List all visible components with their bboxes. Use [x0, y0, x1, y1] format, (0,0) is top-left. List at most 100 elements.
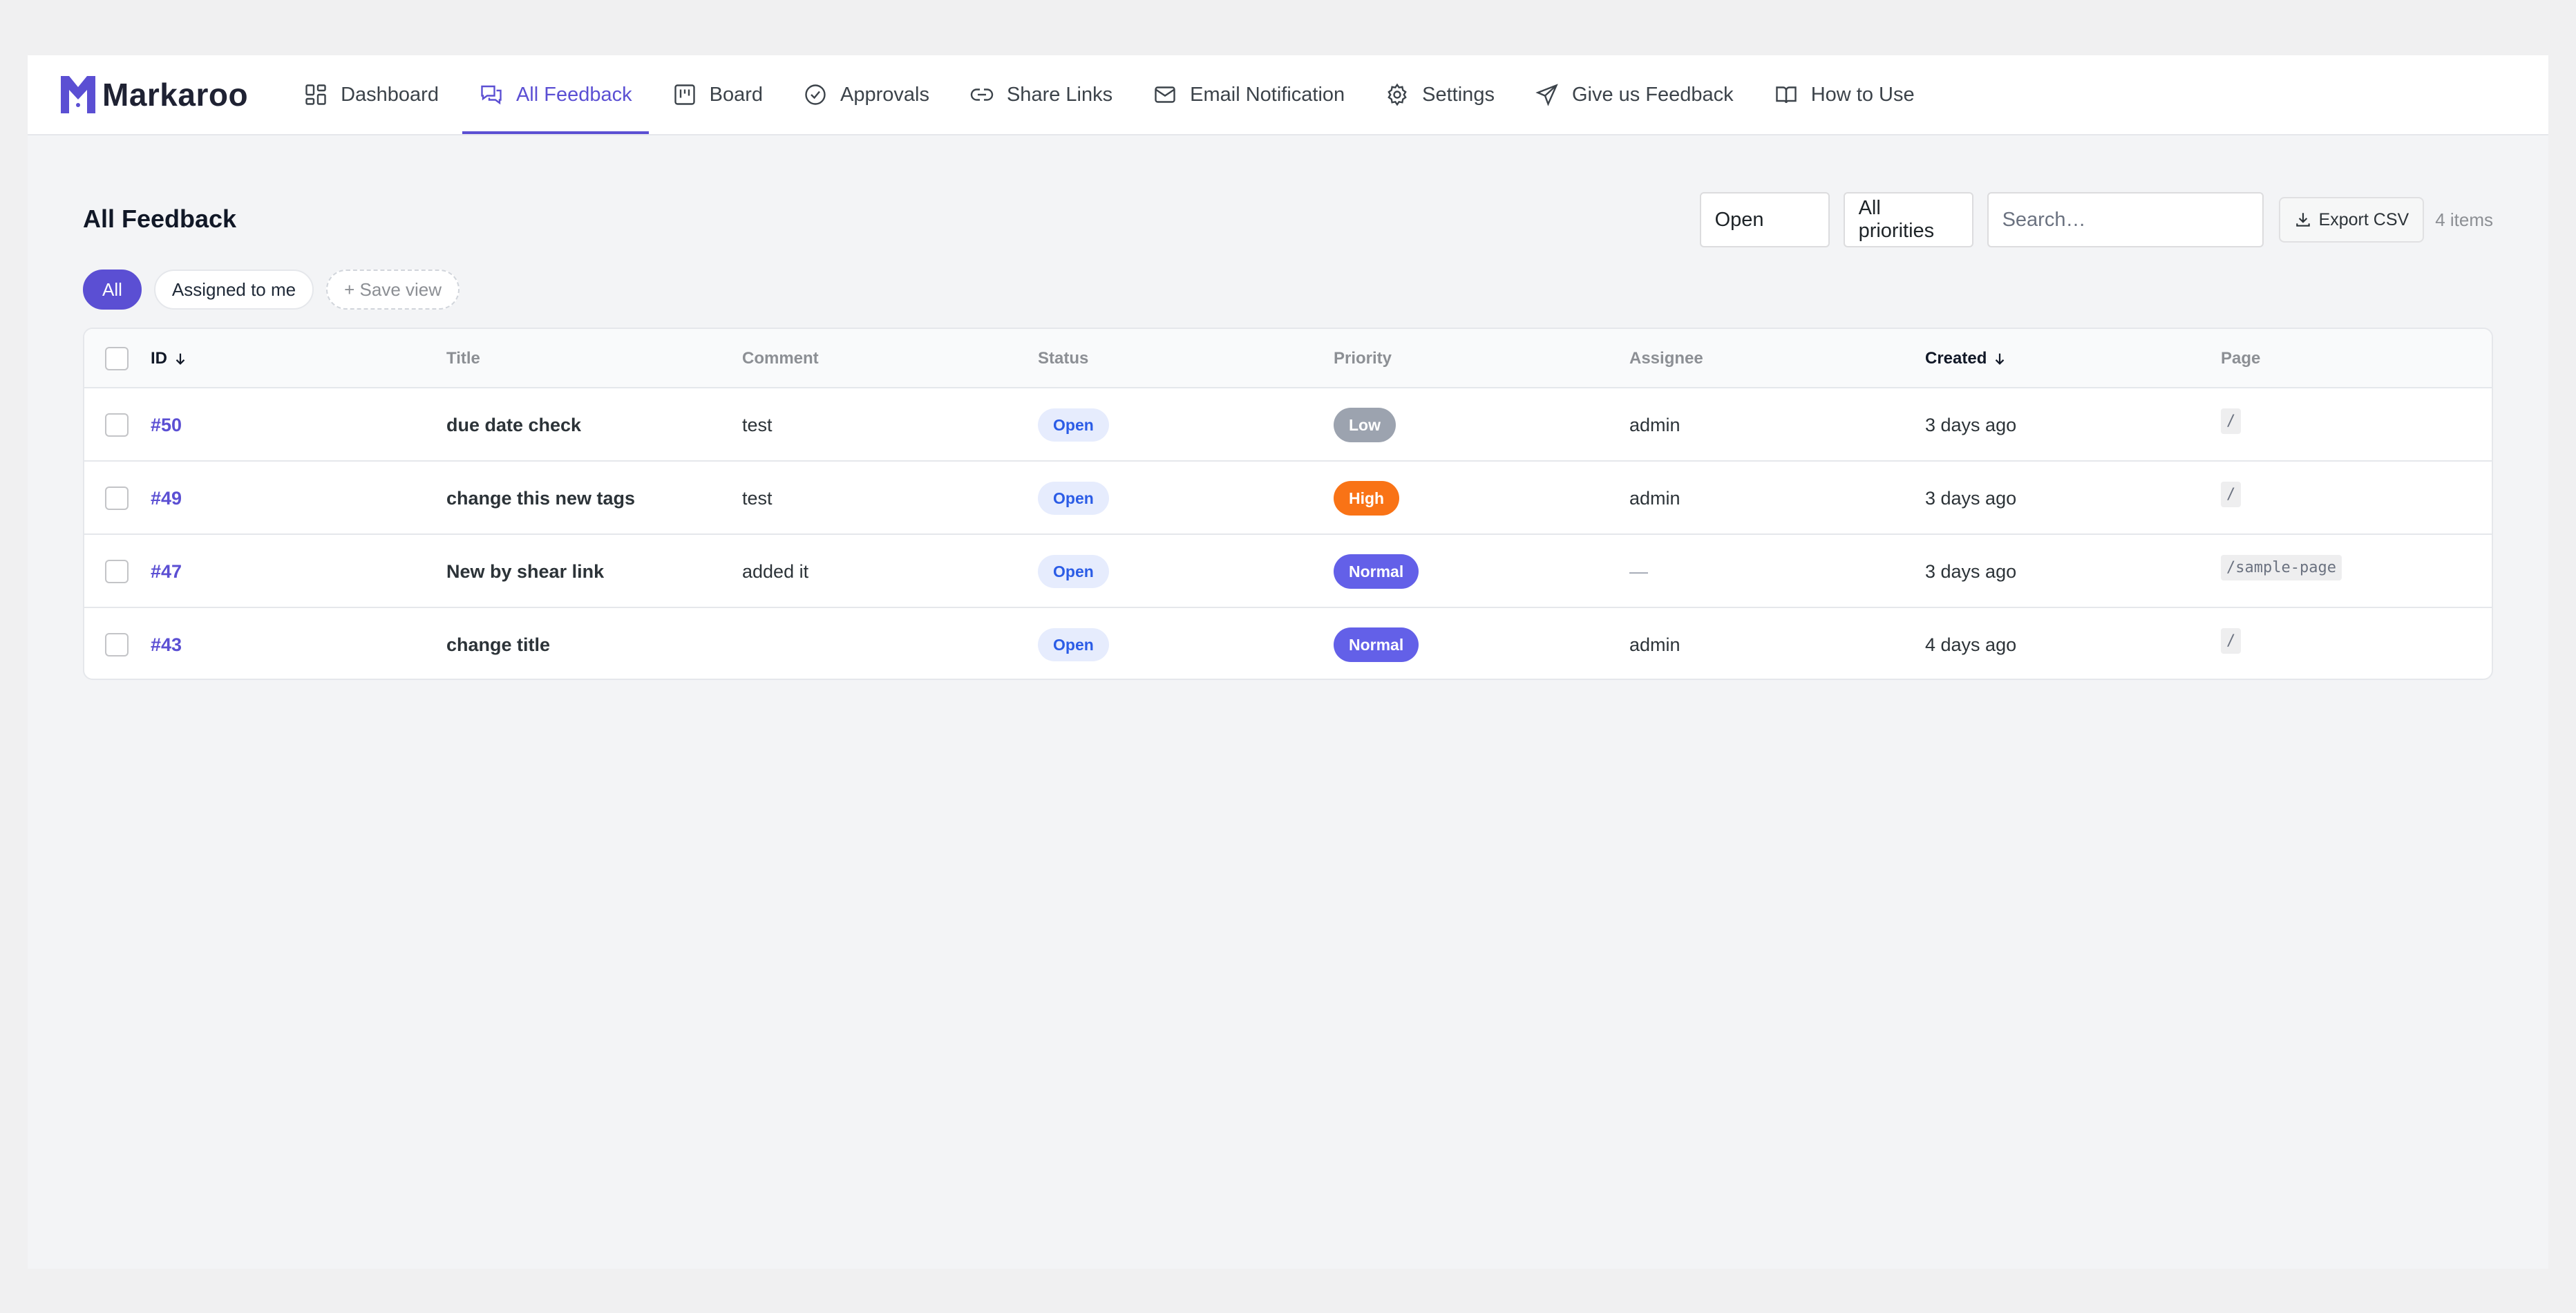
status-badge: Open — [1038, 408, 1109, 442]
save-view-button[interactable]: + Save view — [326, 270, 460, 310]
column-assignee[interactable]: Assignee — [1629, 329, 1703, 388]
nav-all-feedback[interactable]: All Feedback — [462, 55, 649, 134]
row-checkbox[interactable] — [105, 413, 129, 437]
logo[interactable]: Markaroo — [59, 55, 248, 134]
column-id-label: ID — [151, 349, 167, 368]
feedback-title[interactable]: due date check — [446, 388, 581, 462]
column-page[interactable]: Page — [2221, 329, 2260, 388]
paper-plane-icon — [1535, 84, 1558, 106]
row-checkbox[interactable] — [105, 487, 129, 510]
column-created[interactable]: Created — [1925, 329, 2007, 388]
gear-icon — [1388, 83, 1407, 106]
column-comment[interactable]: Comment — [742, 329, 819, 388]
nav-approvals[interactable]: Approvals — [786, 55, 946, 134]
view-all-pill[interactable]: All — [83, 270, 142, 310]
priority-badge: Normal — [1334, 554, 1419, 589]
status-badge: Open — [1038, 482, 1109, 515]
feedback-table: ID Title Comment Status Priority Assigne… — [83, 328, 2493, 680]
nav-label: Dashboard — [341, 83, 439, 106]
page-cell: / — [2221, 608, 2242, 679]
status-cell: Open — [1038, 462, 1109, 535]
page-cell: / — [2221, 388, 2242, 462]
priority-cell: High — [1334, 462, 1400, 535]
select-all-checkbox[interactable] — [105, 347, 129, 370]
page-title: All Feedback — [83, 205, 237, 233]
created-date: 4 days ago — [1925, 634, 2017, 655]
feedback-id-link[interactable]: #49 — [151, 462, 182, 535]
nav-label: Settings — [1422, 83, 1495, 106]
table-row[interactable]: #47 New by shear link added it Open Norm… — [84, 535, 2492, 608]
assignee: — — [1629, 560, 1648, 582]
item-count: 4 items — [2435, 209, 2493, 230]
assignee: admin — [1629, 414, 1680, 435]
row-select-cell — [105, 608, 129, 679]
nav-settings[interactable]: Settings — [1368, 55, 1511, 134]
assignee: admin — [1629, 634, 1680, 655]
sort-desc-icon — [176, 353, 185, 365]
priority-badge: High — [1334, 481, 1400, 516]
priority-badge: Low — [1334, 408, 1396, 442]
column-status[interactable]: Status — [1038, 329, 1088, 388]
nav-email-notification[interactable]: Email Notification — [1136, 55, 1361, 134]
nav-give-feedback[interactable]: Give us Feedback — [1518, 55, 1750, 134]
feedback-id-link[interactable]: #47 — [151, 535, 182, 608]
table-row[interactable]: #49 change this new tags test Open High … — [84, 462, 2492, 535]
feedback-title[interactable]: change title — [446, 608, 550, 679]
nav-dashboard[interactable]: Dashboard — [287, 55, 455, 134]
assignee: admin — [1629, 487, 1680, 509]
select-all-cell — [105, 329, 129, 388]
row-checkbox[interactable] — [105, 633, 129, 656]
nav-label: Email Notification — [1190, 83, 1345, 106]
column-created-label: Created — [1925, 349, 1987, 368]
table-row[interactable]: #50 due date check test Open Low admin 3… — [84, 388, 2492, 462]
priority-cell: Low — [1334, 388, 1396, 462]
link-icon — [970, 88, 994, 101]
feedback-comment: test — [742, 414, 773, 435]
nav-how-to-use[interactable]: How to Use — [1757, 55, 1931, 134]
created-date: 3 days ago — [1925, 560, 2017, 582]
board-columns-icon — [674, 84, 695, 105]
feedback-title[interactable]: change this new tags — [446, 462, 635, 535]
open-book-icon — [1775, 86, 1797, 104]
feedback-comment: added it — [742, 560, 809, 582]
dashboard-grid-icon — [305, 84, 326, 105]
page-path[interactable]: /sample-page — [2221, 554, 2342, 580]
priority-cell: Normal — [1334, 535, 1419, 608]
table-row[interactable]: #43 change title Open Normal admin 4 day… — [84, 608, 2492, 679]
download-icon — [2295, 213, 2310, 227]
row-select-cell — [105, 535, 129, 608]
priority-filter-select[interactable]: All priorities — [1843, 192, 1973, 247]
row-checkbox[interactable] — [105, 560, 129, 583]
nav-share-links[interactable]: Share Links — [953, 55, 1129, 134]
created-date: 3 days ago — [1925, 414, 2017, 435]
feedback-id-link[interactable]: #50 — [151, 388, 182, 462]
app-frame: Markaroo Dashboard All Feedback Board Ap… — [28, 55, 2548, 1269]
status-cell: Open — [1038, 608, 1109, 679]
column-id[interactable]: ID — [151, 329, 188, 388]
row-select-cell — [105, 462, 129, 535]
nav-label: Share Links — [1006, 83, 1113, 106]
envelope-icon — [1155, 86, 1175, 103]
column-title[interactable]: Title — [446, 329, 480, 388]
status-cell: Open — [1038, 388, 1109, 462]
page-path[interactable]: / — [2221, 481, 2242, 507]
status-filter-select[interactable]: Open — [1699, 192, 1830, 247]
status-badge: Open — [1038, 628, 1109, 661]
export-csv-button[interactable]: Export CSV — [2278, 197, 2425, 243]
feedback-title[interactable]: New by shear link — [446, 535, 604, 608]
view-assigned-pill[interactable]: Assigned to me — [153, 270, 314, 310]
table-header: ID Title Comment Status Priority Assigne… — [84, 329, 2492, 388]
column-priority[interactable]: Priority — [1334, 329, 1392, 388]
markaroo-logo-icon — [61, 76, 95, 115]
search-input[interactable]: Search… — [1987, 192, 2264, 247]
top-nav: Markaroo Dashboard All Feedback Board Ap… — [28, 55, 2548, 135]
page-path[interactable]: / — [2221, 627, 2242, 654]
check-circle-icon — [805, 84, 826, 105]
nav-label: How to Use — [1810, 83, 1915, 106]
status-cell: Open — [1038, 535, 1109, 608]
nav-board[interactable]: Board — [656, 55, 779, 134]
feedback-id-link[interactable]: #43 — [151, 608, 182, 679]
page-path[interactable]: / — [2221, 408, 2242, 434]
nav-label: Board — [709, 83, 763, 106]
page-cell: /sample-page — [2221, 535, 2342, 608]
